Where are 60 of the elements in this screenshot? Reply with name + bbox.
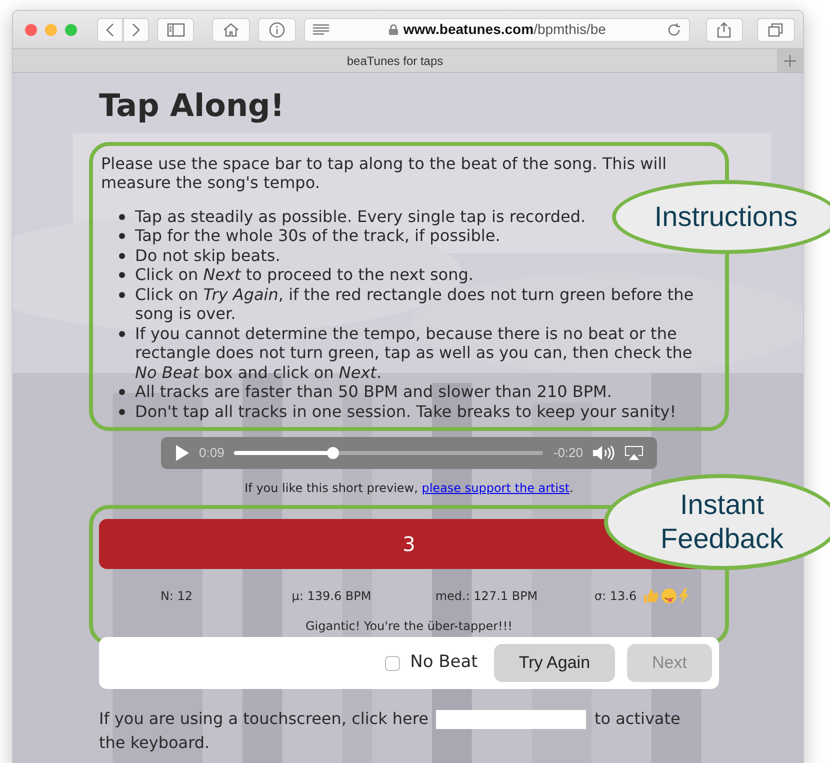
play-button[interactable]	[175, 445, 189, 461]
remaining-time: -0:20	[553, 444, 583, 462]
support-link[interactable]: please support the artist	[422, 481, 570, 495]
action-button[interactable]: Try Again	[494, 644, 616, 682]
airplay-icon	[625, 446, 643, 460]
tab-title[interactable]: beaTunes for taps	[346, 52, 444, 70]
forward-button[interactable]	[122, 18, 149, 42]
volume-button[interactable]	[593, 446, 615, 460]
share-icon	[716, 22, 732, 38]
callout-text: Instructions	[654, 200, 798, 234]
page-title: Tap Along!	[99, 87, 286, 126]
address-bar[interactable]: www.beatunes.com/bpmthis/be	[304, 18, 690, 42]
sidebar-icon	[166, 22, 185, 36]
list-item-text: Don't tap all tracks in one session. Take breaks to keep your sanity!	[135, 402, 676, 421]
list-item-text: Click on Next to proceed to the next song.	[135, 265, 474, 284]
share-button[interactable]	[706, 18, 744, 42]
touch-text: If you are using a touchscreen, click here	[99, 708, 428, 730]
stat-text: σ: 13.6	[594, 588, 637, 605]
elapsed-time: 0:09	[199, 444, 224, 462]
info-icon	[268, 22, 285, 38]
instructions-text: Please use the space bar to tap along to the beat of the song. This will measure the song's tempo.	[101, 154, 668, 192]
reader-icon	[312, 24, 329, 36]
no-beat-checkbox[interactable]	[385, 656, 400, 670]
stat-text: med.: 127.1 BPM	[435, 588, 538, 605]
list-item-text: All tracks are faster than 50 BPM and slower than 210 BPM.	[135, 382, 612, 402]
touch-text: the keyboard.	[99, 733, 210, 752]
list-item-text: If you cannot determine the tempo, because there is no beat or the rectangle does not turn green, tap as well as you can, then check the No Beat box and click on Next.	[135, 324, 694, 382]
list-item-text: Do not skip beats.	[135, 246, 280, 265]
silly-face-icon	[660, 588, 677, 604]
back-icon	[106, 22, 114, 36]
url-text: www.beatunes.com/bpmthis/be	[403, 20, 606, 39]
info-button[interactable]	[258, 18, 296, 42]
back-button[interactable]	[96, 18, 123, 42]
no-beat-label[interactable]: No Beat	[410, 650, 478, 676]
list-item-text: Click on Try Again, if the red rectangle does not turn green before the song is over.	[135, 284, 695, 324]
list-item-text: Tap for the whole 30s of the track, if possible.	[135, 226, 500, 246]
progress-thumb[interactable]	[327, 447, 340, 459]
list-item-text: Tap as steadily as possible. Every single tap is recorded.	[135, 206, 586, 226]
reload-icon	[666, 22, 681, 36]
sidebar-button[interactable]	[156, 18, 194, 42]
home-icon	[222, 22, 240, 37]
plus-icon	[784, 54, 796, 66]
close-button[interactable]	[25, 24, 37, 36]
thumbs-up-icon	[642, 588, 659, 604]
lightning-icon	[678, 588, 689, 604]
tabs-button[interactable]	[757, 18, 795, 42]
home-button[interactable]	[212, 18, 250, 42]
volume-icon	[593, 446, 615, 460]
support-text: If you like this short preview, please support the artist.	[244, 481, 574, 495]
play-icon	[175, 445, 189, 461]
new-tab-button[interactable]	[777, 49, 803, 72]
stat-text: N: 12	[160, 588, 193, 605]
touch-text: to activate	[594, 708, 680, 730]
airplay-button[interactable]	[625, 446, 643, 460]
keyboard-input[interactable]	[436, 710, 586, 728]
forward-icon	[132, 22, 140, 36]
stat-text: μ: 139.6 BPM	[292, 588, 372, 605]
tabs-icon	[768, 22, 784, 38]
lock-icon	[389, 24, 398, 35]
feedback-message: Gigantic! You're the über-tapper!!!	[304, 618, 514, 635]
